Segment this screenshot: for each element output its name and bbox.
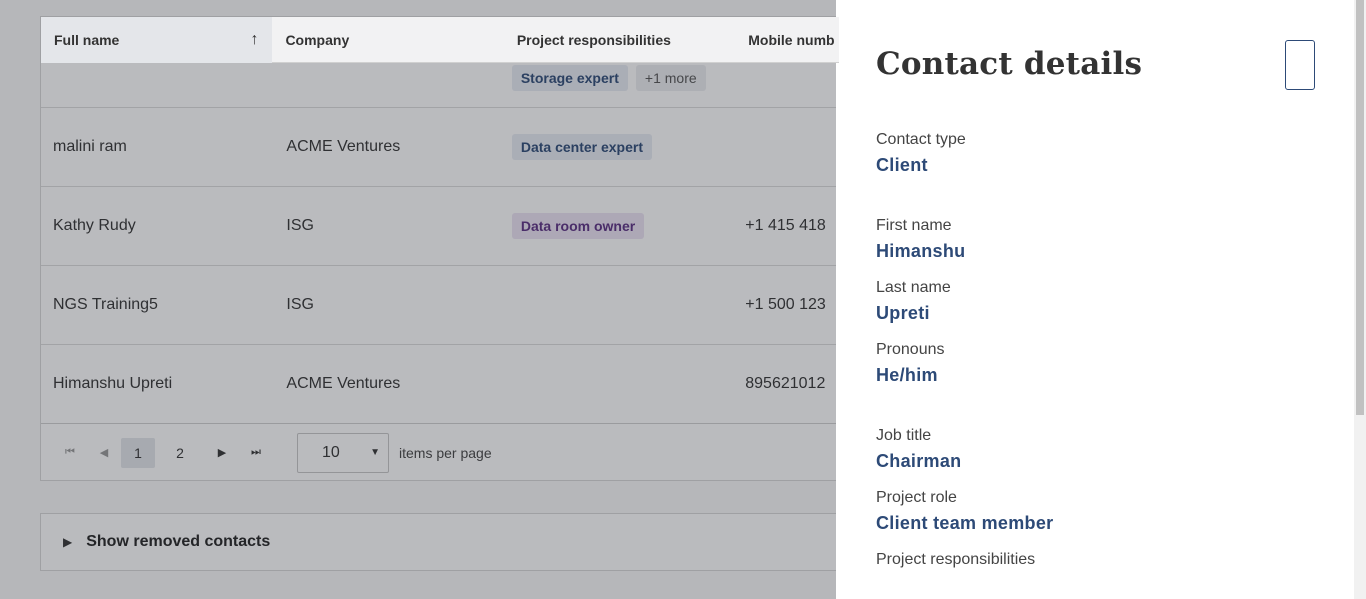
scrollbar-thumb[interactable] bbox=[1356, 0, 1364, 415]
close-button[interactable] bbox=[1285, 40, 1315, 90]
column-header-company[interactable]: Company bbox=[272, 17, 503, 63]
column-header-mobile-number[interactable]: Mobile numb bbox=[735, 17, 839, 63]
panel-scrollbar[interactable] bbox=[1354, 0, 1366, 599]
first-name-field: First name Himanshu bbox=[876, 217, 966, 261]
last-name-field: Last name Upreti bbox=[876, 279, 951, 323]
panel-title: Contact details bbox=[876, 46, 1143, 82]
contact-type-field: Contact type Client bbox=[876, 131, 966, 175]
project-role-field: Project role Client team member bbox=[876, 489, 1054, 533]
project-responsibilities-field: Project responsibilities bbox=[876, 551, 1036, 568]
column-header-full-name[interactable]: Full name ↑ bbox=[41, 17, 273, 63]
arrow-up-icon: ↑ bbox=[250, 31, 259, 48]
contact-details-panel: Contact details Contact type Client Firs… bbox=[836, 0, 1354, 599]
job-title-field: Job title Chairman bbox=[876, 427, 962, 471]
grid-header: Full name ↑ Company Project responsibili… bbox=[41, 17, 839, 63]
column-header-project-responsibilities[interactable]: Project responsibilities bbox=[504, 17, 735, 63]
pronouns-field: Pronouns He/him bbox=[876, 341, 945, 385]
